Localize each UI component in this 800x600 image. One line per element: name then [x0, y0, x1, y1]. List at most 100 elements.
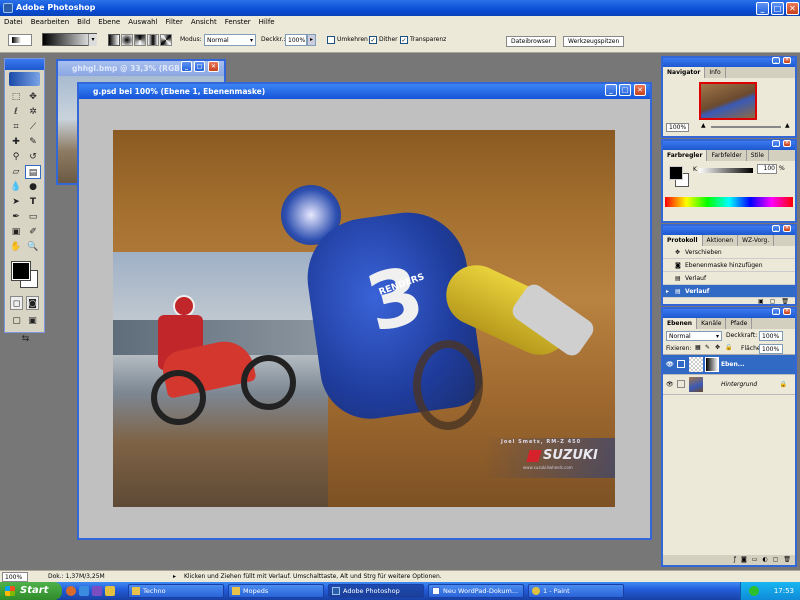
- quick-mask-icon[interactable]: ◙: [26, 296, 39, 310]
- clock[interactable]: 17:53: [774, 587, 794, 595]
- file-browser-tab[interactable]: Dateibrowser: [506, 36, 557, 47]
- shape-tool-icon[interactable]: ▭: [25, 210, 41, 224]
- tab-kanaele[interactable]: Kanäle: [697, 318, 727, 329]
- tab-ebenen[interactable]: Ebenen: [663, 318, 698, 329]
- color-fg-swatch[interactable]: [669, 166, 683, 180]
- marquee-tool-icon[interactable]: ⬚: [8, 90, 24, 104]
- reflected-gradient-button[interactable]: [147, 34, 159, 46]
- toolbox-title-bar[interactable]: [5, 59, 44, 70]
- task-paint[interactable]: 1 - Paint: [528, 584, 624, 598]
- lock-position-icon[interactable]: ✥: [715, 344, 720, 351]
- menu-hilfe[interactable]: Hilfe: [255, 16, 279, 28]
- angle-gradient-button[interactable]: [134, 34, 146, 46]
- navigator-minimize-button[interactable]: _: [772, 57, 780, 64]
- tab-protokoll[interactable]: Protokoll: [663, 235, 703, 246]
- k-slider[interactable]: [699, 168, 753, 173]
- linear-gradient-button[interactable]: [108, 34, 120, 46]
- foreground-color-swatch[interactable]: [11, 261, 31, 281]
- zoom-in-icon[interactable]: ▲: [785, 122, 790, 129]
- doc-close-button[interactable]: ✕: [634, 84, 646, 96]
- notes-tool-icon[interactable]: ▣: [8, 225, 24, 239]
- layer-opacity-input[interactable]: 100%: [759, 331, 783, 341]
- navigator-zoom[interactable]: 100%: [666, 123, 690, 132]
- crop-tool-icon[interactable]: ⌗: [8, 120, 24, 134]
- dodge-tool-icon[interactable]: ●: [25, 180, 41, 194]
- menu-fenster[interactable]: Fenster: [221, 16, 255, 28]
- new-document-from-state-icon[interactable]: ▣: [758, 298, 764, 306]
- history-item-active[interactable]: ▸ ▤ Verlauf: [663, 285, 795, 298]
- blur-tool-icon[interactable]: 💧: [8, 180, 24, 194]
- new-snapshot-icon[interactable]: ▢: [770, 298, 776, 306]
- minimize-button[interactable]: _: [756, 2, 769, 15]
- ie-quicklaunch-icon[interactable]: [79, 586, 89, 596]
- color-minimize-button[interactable]: _: [772, 140, 780, 147]
- task-mopeds[interactable]: Mopeds: [228, 584, 324, 598]
- gradient-dropdown-icon[interactable]: ▾: [88, 34, 97, 46]
- zoom-tool-icon[interactable]: 🔍: [25, 240, 41, 254]
- tool-presets-tab[interactable]: Werkzeugspitzen: [563, 36, 625, 47]
- delete-state-icon[interactable]: 🗑: [781, 298, 789, 306]
- back-doc-close-button[interactable]: ✕: [208, 61, 219, 72]
- radial-gradient-button[interactable]: [121, 34, 133, 46]
- tab-farbfelder[interactable]: Farbfelder: [707, 150, 747, 161]
- doc-maximize-button[interactable]: □: [619, 84, 631, 96]
- healing-brush-tool-icon[interactable]: ✚: [8, 135, 24, 149]
- eye-icon[interactable]: 👁: [666, 355, 674, 375]
- reverse-checkbox[interactable]: [327, 36, 335, 44]
- pen-tool-icon[interactable]: ✒: [8, 210, 24, 224]
- back-doc-maximize-button[interactable]: □: [194, 61, 205, 72]
- tab-navigator[interactable]: Navigator: [663, 67, 706, 78]
- back-doc-minimize-button[interactable]: _: [181, 61, 192, 72]
- new-set-icon[interactable]: ▭: [752, 555, 758, 565]
- desktop-quicklaunch-icon[interactable]: [105, 586, 115, 596]
- layer-link-icon[interactable]: [677, 380, 685, 388]
- tray-status-icon[interactable]: [749, 586, 759, 596]
- screen-mode-standard-icon[interactable]: ▢: [10, 314, 23, 328]
- lock-transparency-icon[interactable]: ▦: [695, 344, 701, 351]
- screen-mode-full-icon[interactable]: ▣: [26, 314, 39, 328]
- layers-close-button[interactable]: ✕: [783, 308, 791, 315]
- brush-link-icon[interactable]: [677, 360, 685, 368]
- lock-all-icon[interactable]: 🔒: [725, 344, 732, 351]
- zoom-out-icon[interactable]: ▲: [701, 122, 706, 129]
- eyedropper-tool-icon[interactable]: ✐: [25, 225, 41, 239]
- lasso-tool-icon[interactable]: ℓ: [8, 105, 24, 119]
- doc-minimize-button[interactable]: _: [605, 84, 617, 96]
- menu-datei[interactable]: Datei: [0, 16, 27, 28]
- tab-pfade[interactable]: Pfade: [726, 318, 753, 329]
- layers-minimize-button[interactable]: _: [772, 308, 780, 315]
- transparency-checkbox[interactable]: ✓: [400, 36, 408, 44]
- firefox-quicklaunch-icon[interactable]: [66, 586, 76, 596]
- task-wordpad[interactable]: Neu WordPad-Dokum...: [428, 584, 524, 598]
- history-minimize-button[interactable]: _: [772, 225, 780, 232]
- fill-input[interactable]: 100%: [759, 344, 783, 354]
- color-ramp[interactable]: [665, 197, 793, 207]
- layer-style-icon[interactable]: ƒ: [734, 555, 736, 565]
- standard-mode-icon[interactable]: ◻: [10, 296, 23, 310]
- tab-aktionen[interactable]: Aktionen: [703, 235, 739, 246]
- path-selection-tool-icon[interactable]: ➤: [8, 195, 24, 209]
- image-canvas[interactable]: 3 RENDERS Joel Smets, RM-Z 450 SUZUKI ww…: [113, 130, 615, 507]
- jump-to-imageready-icon[interactable]: ⇆: [10, 332, 41, 346]
- media-quicklaunch-icon[interactable]: [92, 586, 102, 596]
- hand-tool-icon[interactable]: ✋: [8, 240, 24, 254]
- layer-row-active[interactable]: 👁 Eben...: [663, 355, 795, 375]
- clone-stamp-tool-icon[interactable]: ⚲: [8, 150, 24, 164]
- mode-select[interactable]: Normal ▾: [204, 34, 256, 46]
- slice-tool-icon[interactable]: ⟋: [25, 120, 41, 134]
- tab-farbregler[interactable]: Farbregler: [663, 150, 708, 161]
- navigator-close-button[interactable]: ✕: [783, 57, 791, 64]
- diamond-gradient-button[interactable]: [160, 34, 172, 46]
- new-layer-icon[interactable]: ▢: [773, 555, 779, 565]
- history-close-button[interactable]: ✕: [783, 225, 791, 232]
- dither-checkbox[interactable]: ✓: [369, 36, 377, 44]
- menu-bild[interactable]: Bild: [73, 16, 94, 28]
- tab-info[interactable]: Info: [705, 67, 726, 78]
- zoom-slider[interactable]: [711, 126, 781, 128]
- tool-preset-picker[interactable]: [8, 34, 32, 46]
- start-button[interactable]: Start: [0, 582, 62, 600]
- menu-bearbeiten[interactable]: Bearbeiten: [27, 16, 73, 28]
- blend-mode-select[interactable]: Normal ▾: [666, 331, 722, 341]
- adjustment-layer-icon[interactable]: ◐: [762, 555, 767, 565]
- maximize-button[interactable]: □: [771, 2, 784, 15]
